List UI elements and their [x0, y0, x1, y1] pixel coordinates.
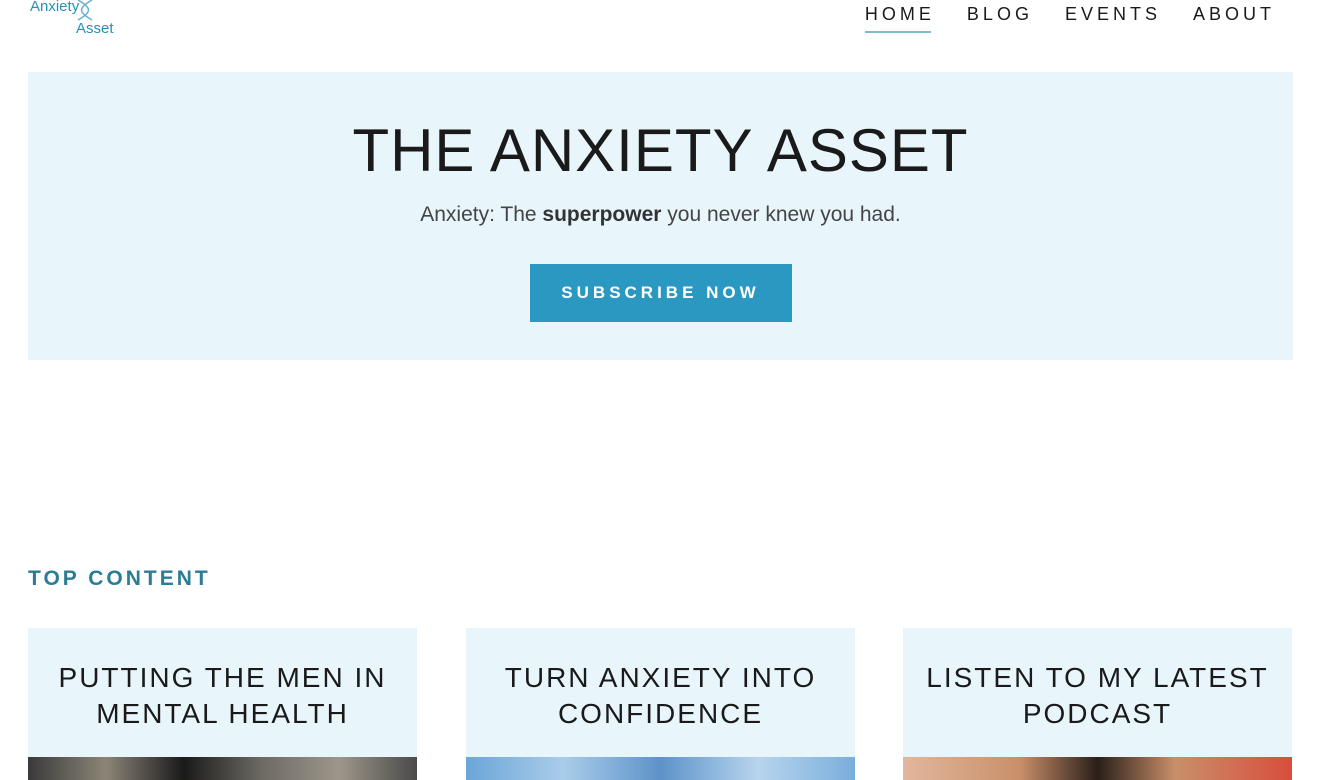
nav-item-blog[interactable]: BLOG: [967, 4, 1033, 33]
content-card-men-mental-health[interactable]: PUTTING THE MEN IN MENTAL HEALTH: [28, 628, 417, 780]
hero-subtitle-suffix: you never knew you had.: [661, 203, 901, 226]
content-card-latest-podcast[interactable]: LISTEN TO MY LATEST PODCAST: [903, 628, 1292, 780]
subscribe-button[interactable]: SUBSCRIBE NOW: [529, 264, 792, 322]
page: Anxiety Asset HOME BLOG EVENTS ABOUT THE…: [0, 0, 1322, 780]
hero-subtitle: Anxiety: The superpower you never knew y…: [28, 203, 1293, 227]
logo-text-line1: Anxiety: [30, 0, 80, 15]
card-image[interactable]: [903, 757, 1292, 780]
hero-subtitle-prefix: Anxiety: The: [420, 203, 543, 226]
card-image[interactable]: [28, 757, 417, 780]
section-heading-top-content: TOP CONTENT: [28, 567, 211, 590]
hero-subtitle-bold: superpower: [542, 203, 662, 226]
nav-item-events[interactable]: EVENTS: [1065, 4, 1161, 33]
main-nav: HOME BLOG EVENTS ABOUT: [864, 4, 1275, 33]
content-cards: PUTTING THE MEN IN MENTAL HEALTH TURN AN…: [28, 628, 1292, 780]
logo-text-line2: Asset: [76, 20, 114, 37]
card-title: PUTTING THE MEN IN MENTAL HEALTH: [58, 662, 387, 729]
content-card-anxiety-confidence[interactable]: TURN ANXIETY INTO CONFIDENCE: [466, 628, 855, 780]
card-image[interactable]: [466, 757, 855, 780]
card-title: LISTEN TO MY LATEST PODCAST: [926, 662, 1269, 729]
card-title: TURN ANXIETY INTO CONFIDENCE: [504, 662, 817, 729]
nav-item-about[interactable]: ABOUT: [1193, 4, 1275, 33]
hero-title: THE ANXIETY ASSET: [352, 117, 969, 184]
site-logo[interactable]: Anxiety Asset: [30, 0, 130, 40]
hero-banner: THE ANXIETY ASSET Anxiety: The superpowe…: [28, 72, 1293, 360]
nav-item-home[interactable]: HOME: [864, 4, 935, 33]
